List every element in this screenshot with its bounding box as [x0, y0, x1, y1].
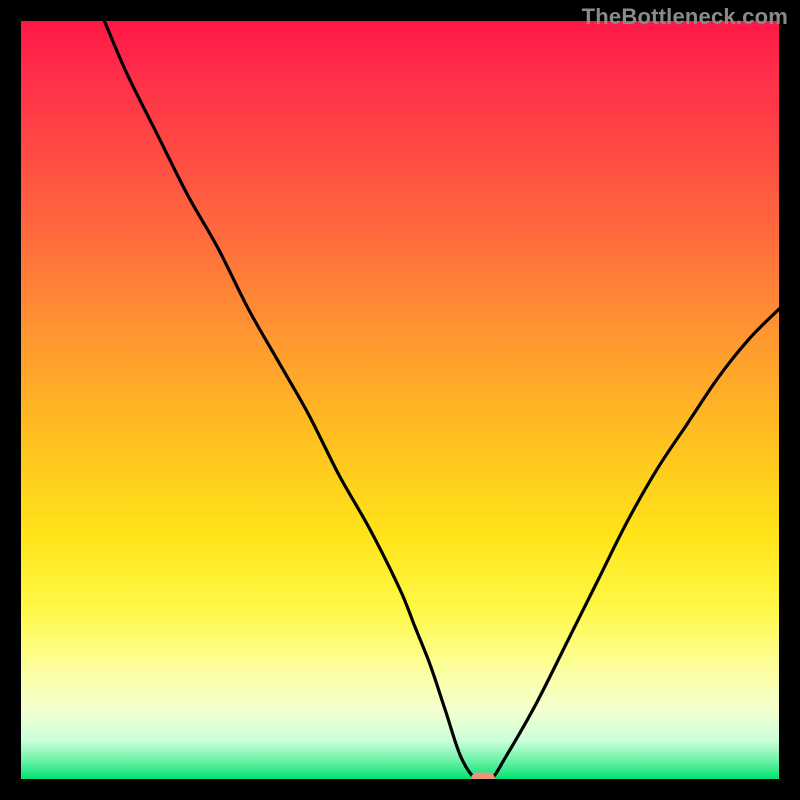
chart-frame: TheBottleneck.com: [0, 0, 800, 800]
watermark-text: TheBottleneck.com: [582, 4, 788, 30]
bottleneck-curve: [21, 21, 779, 779]
plot-area: [21, 21, 779, 779]
optimal-marker: [471, 773, 495, 780]
curve-path: [104, 21, 779, 779]
